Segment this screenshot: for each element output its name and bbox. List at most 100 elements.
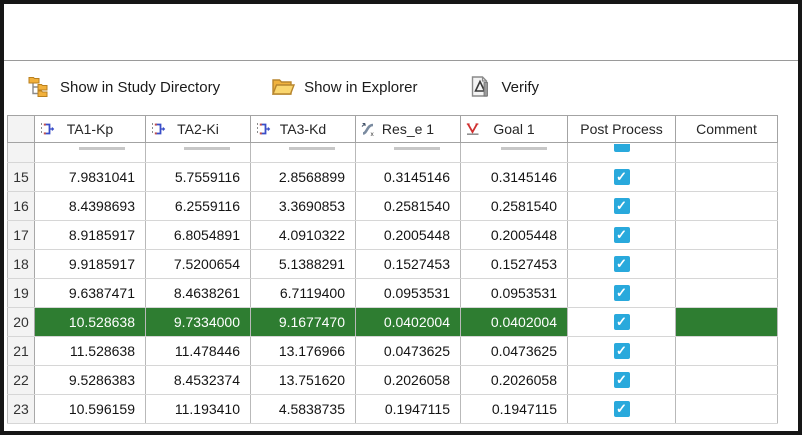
cell-ta3-kd[interactable]: 4.5838735 [251,395,356,424]
table-row-20: 2010.5286389.73340009.16774700.04020040.… [8,308,778,337]
column-header-ta1-kp[interactable]: TA1-Kp [35,116,146,143]
cell-res-e-1[interactable]: 0.0953531 [356,279,461,308]
cell-res-e-1[interactable]: 0.2026058 [356,366,461,395]
cell-ta3-kd[interactable]: 13.176966 [251,337,356,366]
column-header-ta3-kd[interactable]: TA3-Kd [251,116,356,143]
cell-ta3-kd[interactable]: 2.8568899 [251,163,356,192]
row-number[interactable]: 23 [8,395,35,424]
cell-res-e-1[interactable]: 0.3145146 [356,163,461,192]
row-number[interactable]: 15 [8,163,35,192]
column-header-res-e-1[interactable]: xRes_e 1 [356,116,461,143]
cell-comment[interactable] [676,279,778,308]
cell-ta2-ki[interactable]: 6.8054891 [146,221,251,250]
cell-ta1-kp[interactable]: 9.6387471 [35,279,146,308]
cell-ta3-kd[interactable]: 3.3690853 [251,192,356,221]
cell-ta2-ki[interactable]: 9.7334000 [146,308,251,337]
cell-post-process[interactable]: ✓ [568,250,676,279]
cell-res-e-1[interactable]: 0.1527453 [356,250,461,279]
verify-icon [467,74,493,100]
column-header-ta2-ki[interactable]: TA2-Ki [146,116,251,143]
clipped-cell [251,143,356,163]
column-header-comment[interactable]: Comment [676,116,778,143]
post-process-checkbox[interactable]: ✓ [614,401,630,417]
cell-ta3-kd[interactable]: 13.751620 [251,366,356,395]
cell-ta1-kp[interactable]: 7.9831041 [35,163,146,192]
cell-post-process[interactable]: ✓ [568,395,676,424]
row-number[interactable]: 16 [8,192,35,221]
post-process-checkbox[interactable]: ✓ [614,285,630,301]
cell-goal-1[interactable]: 0.0402004 [461,308,568,337]
cell-post-process[interactable]: ✓ [568,366,676,395]
cell-comment[interactable] [676,192,778,221]
cell-comment[interactable] [676,395,778,424]
row-number[interactable]: 19 [8,279,35,308]
row-number[interactable]: 22 [8,366,35,395]
clipboard-check-icon [25,24,51,50]
cell-goal-1[interactable]: 0.2005448 [461,221,568,250]
post-process-checkbox[interactable]: ✓ [614,198,630,214]
cell-res-e-1[interactable]: 0.2005448 [356,221,461,250]
cell-goal-1[interactable]: 0.0473625 [461,337,568,366]
clipped-text [394,147,440,150]
cell-ta1-kp[interactable]: 11.528638 [35,337,146,366]
cell-goal-1[interactable]: 0.1527453 [461,250,568,279]
cell-ta3-kd[interactable]: 9.1677470 [251,308,356,337]
post-process-checkbox[interactable]: ✓ [614,343,630,359]
row-number[interactable]: 18 [8,250,35,279]
show-in-study-directory-button[interactable]: Show in Study Directory [26,74,220,100]
cell-goal-1[interactable]: 0.3145146 [461,163,568,192]
evaluation-window: Evaluation Tasks Evaluation Data Evaluat… [0,0,802,435]
cell-ta1-kp[interactable]: 9.9185917 [35,250,146,279]
input-variable-icon [255,121,271,137]
verify-button[interactable]: Verify [467,74,539,100]
cell-ta3-kd[interactable]: 4.0910322 [251,221,356,250]
cell-post-process[interactable]: ✓ [568,163,676,192]
row-number[interactable]: 17 [8,221,35,250]
cell-ta1-kp[interactable]: 9.5286383 [35,366,146,395]
cell-res-e-1[interactable]: 0.0473625 [356,337,461,366]
cell-comment[interactable] [676,337,778,366]
cell-ta3-kd[interactable]: 6.7119400 [251,279,356,308]
cell-post-process[interactable]: ✓ [568,221,676,250]
cell-goal-1[interactable]: 0.2026058 [461,366,568,395]
cell-comment[interactable] [676,163,778,192]
cell-post-process[interactable]: ✓ [568,192,676,221]
cell-ta2-ki[interactable]: 11.193410 [146,395,251,424]
cell-ta2-ki[interactable]: 8.4532374 [146,366,251,395]
cell-ta1-kp[interactable]: 8.9185917 [35,221,146,250]
row-number-column-header[interactable] [8,116,35,143]
post-process-checkbox[interactable]: ✓ [614,372,630,388]
cell-ta2-ki[interactable]: 6.2559116 [146,192,251,221]
post-process-checkbox[interactable]: ✓ [614,227,630,243]
cell-ta3-kd[interactable]: 5.1388291 [251,250,356,279]
row-number[interactable]: 21 [8,337,35,366]
post-process-checkbox[interactable]: ✓ [614,314,630,330]
cell-comment[interactable] [676,366,778,395]
cell-ta2-ki[interactable]: 11.478446 [146,337,251,366]
cell-post-process[interactable]: ✓ [568,337,676,366]
row-number[interactable]: 20 [8,308,35,337]
cell-ta2-ki[interactable]: 8.4638261 [146,279,251,308]
cell-ta2-ki[interactable]: 7.5200654 [146,250,251,279]
cell-res-e-1[interactable]: 0.2581540 [356,192,461,221]
cell-res-e-1[interactable]: 0.1947115 [356,395,461,424]
cell-comment[interactable] [676,250,778,279]
post-process-checkbox[interactable]: ✓ [614,169,630,185]
cell-comment[interactable] [676,308,778,337]
cell-goal-1[interactable]: 0.1947115 [461,395,568,424]
cell-ta1-kp[interactable]: 10.528638 [35,308,146,337]
clipped-comment-cell [676,143,778,163]
cell-comment[interactable] [676,221,778,250]
cell-goal-1[interactable]: 0.0953531 [461,279,568,308]
column-header-goal-1[interactable]: Goal 1 [461,116,568,143]
show-in-explorer-button[interactable]: Show in Explorer [270,74,417,100]
cell-goal-1[interactable]: 0.2581540 [461,192,568,221]
cell-ta1-kp[interactable]: 8.4398693 [35,192,146,221]
cell-res-e-1[interactable]: 0.0402004 [356,308,461,337]
cell-ta1-kp[interactable]: 10.596159 [35,395,146,424]
cell-post-process[interactable]: ✓ [568,279,676,308]
column-header-post-process[interactable]: Post Process [568,116,676,143]
cell-ta2-ki[interactable]: 5.7559116 [146,163,251,192]
cell-post-process[interactable]: ✓ [568,308,676,337]
post-process-checkbox[interactable]: ✓ [614,256,630,272]
